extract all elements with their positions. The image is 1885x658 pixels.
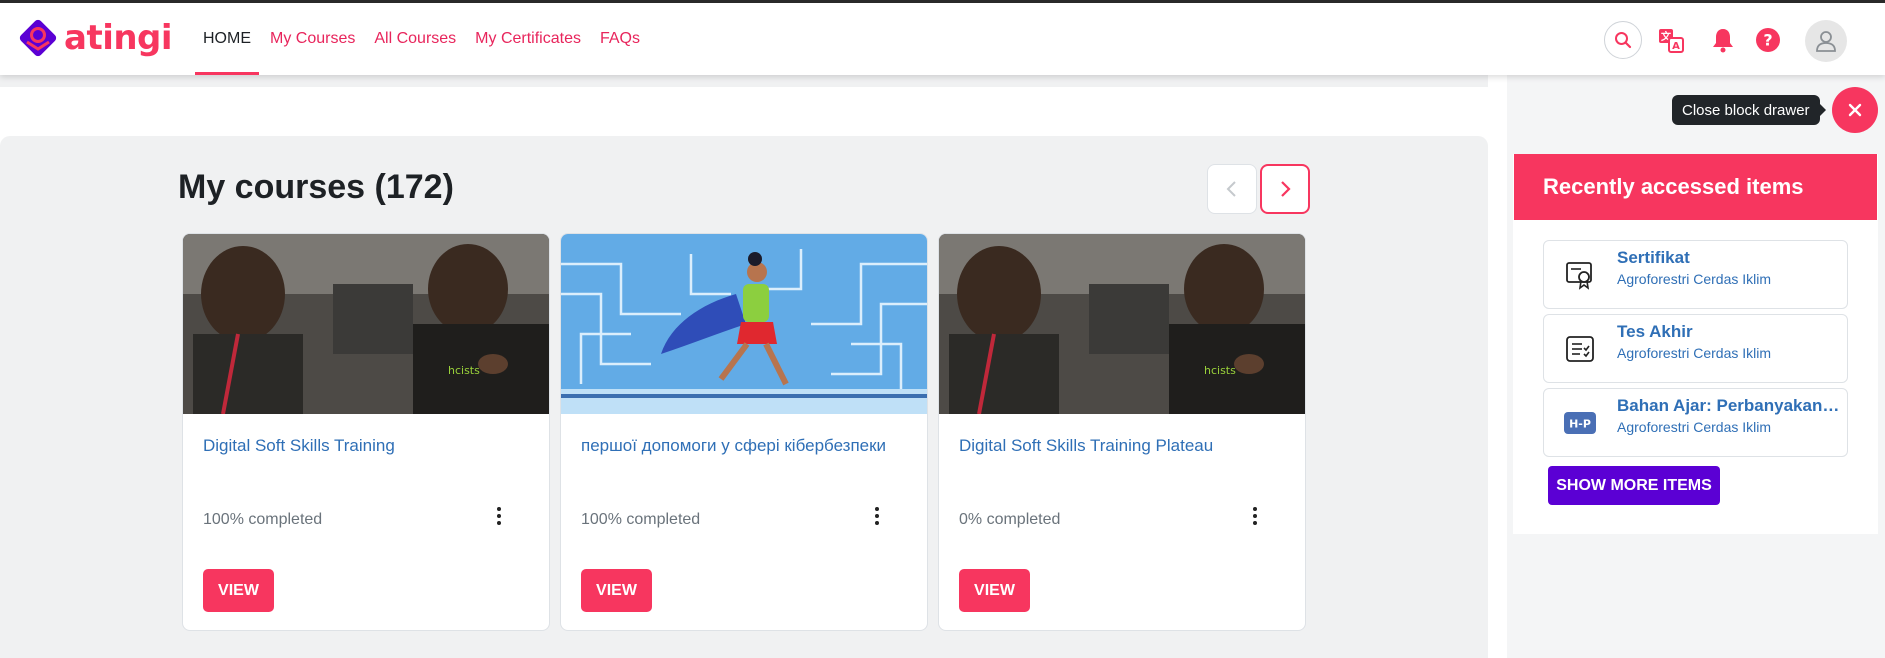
search-icon [1615,32,1632,49]
top-navbar: atingi HOME My Courses All Courses My Ce… [0,3,1885,75]
close-drawer-button[interactable] [1832,87,1878,133]
language-icon: 文 A [1659,29,1684,53]
recent-item[interactable]: Sertifikat Agroforestri Cerdas Iklim [1543,240,1848,309]
svg-text:hcists: hcists [1204,364,1236,377]
view-course-button[interactable]: VIEW [581,569,652,612]
recent-item[interactable]: Tes Akhir Agroforestri Cerdas Iklim [1543,314,1848,383]
course-image-workshop[interactable]: hcists [183,234,549,414]
nav-all-courses[interactable]: All Courses [374,3,456,75]
course-actions-kebab-icon[interactable] [1245,504,1265,528]
recent-item-course[interactable]: Agroforestri Cerdas Iklim [1617,345,1771,361]
recent-item-name[interactable]: Sertifikat [1617,248,1842,268]
course-card: hcists Digital Soft Skills Training 100%… [182,233,550,631]
chevron-left-icon [1226,181,1236,197]
recent-item[interactable]: H-P Bahan Ajar: Perbanyakan Vegetatif Ag… [1543,388,1848,457]
bell-icon [1713,29,1733,53]
course-progress: 0% completed [959,511,1061,528]
logo-text: atingi [64,18,173,58]
nav-my-courses[interactable]: My Courses [270,3,355,75]
course-title[interactable]: Digital Soft Skills Training [203,436,395,456]
close-icon [1848,103,1862,117]
content-top-strip [0,75,1488,87]
course-card: hcists Digital Soft Skills Training Plat… [938,233,1306,631]
my-courses-title: My courses (172) [178,168,454,206]
view-course-button[interactable]: VIEW [959,569,1030,612]
h5p-icon: H-P [1564,407,1596,439]
svg-text:hcists: hcists [448,364,480,377]
recent-item-course[interactable]: Agroforestri Cerdas Iklim [1617,271,1771,287]
main-nav: HOME My Courses All Courses My Certifica… [195,3,659,75]
chevron-right-icon [1281,181,1291,197]
course-actions-kebab-icon[interactable] [489,504,509,528]
help-button[interactable]: ? [1753,25,1783,55]
user-avatar-icon [1816,31,1836,52]
logo-mark-icon [18,18,58,58]
close-drawer-tooltip: Close block drawer [1672,95,1826,125]
show-more-items-button[interactable]: SHOW MORE ITEMS [1548,466,1720,505]
notifications-button[interactable] [1708,25,1738,55]
svg-text:H-P: H-P [1569,418,1591,431]
nav-home[interactable]: HOME [195,3,259,75]
atingi-logo[interactable]: atingi [18,18,173,58]
recently-accessed-title: Recently accessed items [1514,154,1877,220]
user-menu-avatar[interactable] [1805,20,1847,62]
nav-my-certificates[interactable]: My Certificates [475,3,581,75]
carousel-next-button[interactable] [1260,164,1310,214]
language-button[interactable]: 文 A [1656,25,1686,55]
quiz-icon [1564,333,1596,365]
course-progress: 100% completed [203,511,323,528]
carousel-prev-button[interactable] [1207,164,1257,214]
course-title[interactable]: першої допомоги у сфері кібербезпеки [581,436,886,456]
certificate-icon [1564,259,1596,291]
help-icon: ? [1756,28,1780,52]
nav-faqs[interactable]: FAQs [600,3,640,75]
recent-item-name[interactable]: Bahan Ajar: Perbanyakan Vegetatif [1617,396,1842,416]
course-image-superhero[interactable] [561,234,927,414]
course-image-workshop[interactable]: hcists [939,234,1305,414]
course-actions-kebab-icon[interactable] [867,504,887,528]
search-button[interactable] [1604,21,1642,59]
course-card: першої допомоги у сфері кібербезпеки 100… [560,233,928,631]
course-progress: 100% completed [581,511,701,528]
svg-text:A: A [1672,41,1680,52]
svg-text:?: ? [1763,31,1772,50]
recent-item-name[interactable]: Tes Akhir [1617,322,1842,342]
course-title[interactable]: Digital Soft Skills Training Plateau [959,436,1213,456]
recent-item-course[interactable]: Agroforestri Cerdas Iklim [1617,419,1771,435]
view-course-button[interactable]: VIEW [203,569,274,612]
